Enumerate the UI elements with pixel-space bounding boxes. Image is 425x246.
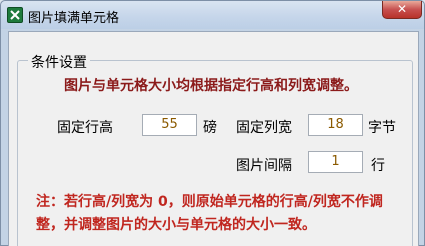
dialog-content: 条件设置 图片与单元格大小均根据指定行高和列宽调整。 固定行高 55 磅 固定列… — [8, 31, 419, 246]
row-height-input[interactable]: 55 — [142, 114, 197, 136]
row-height-unit: 磅 — [203, 120, 217, 136]
col-width-input[interactable]: 18 — [308, 114, 363, 136]
col-width-label: 固定列宽 — [236, 120, 292, 136]
dialog-window: 图片填满单元格 ✕ 条件设置 图片与单元格大小均根据指定行高和列宽调整。 固定行… — [0, 0, 425, 246]
title-bar: 图片填满单元格 ✕ — [1, 1, 424, 29]
spacing-input[interactable]: 1 — [308, 151, 363, 173]
spacing-unit: 行 — [371, 158, 385, 174]
row-height-label: 固定行高 — [57, 120, 113, 136]
group-title: 条件设置 — [28, 52, 90, 72]
instruction-text: 图片与单元格大小均根据指定行高和列宽调整。 — [64, 78, 358, 94]
conditions-groupbox: 条件设置 图片与单元格大小均根据指定行高和列宽调整。 固定行高 55 磅 固定列… — [17, 52, 413, 246]
col-width-unit: 字节 — [368, 120, 396, 136]
spacing-label: 图片间隔 — [236, 158, 292, 174]
window-title: 图片填满单元格 — [28, 11, 120, 26]
close-button[interactable]: ✕ — [382, 1, 422, 19]
note-text: 注：若行高/列宽为 0，则原始单元格的行高/列宽不作调整，并调整图片的大小与单元… — [36, 194, 383, 233]
excel-app-icon — [7, 7, 23, 23]
